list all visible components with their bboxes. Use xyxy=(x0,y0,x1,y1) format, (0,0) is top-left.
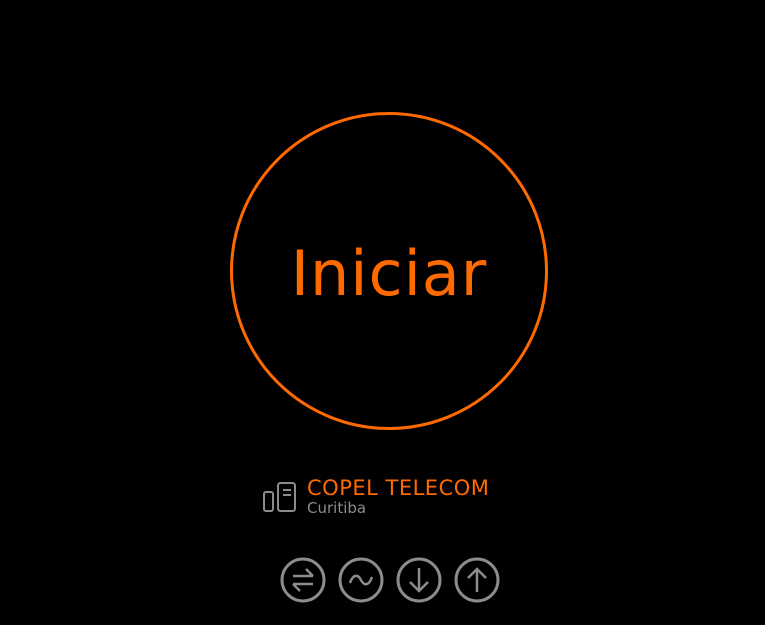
ping-icon xyxy=(280,557,326,603)
speedtest-screen: Iniciar COPEL TELECOM Curitiba xyxy=(0,0,765,625)
download-icon xyxy=(396,557,442,603)
metrics-row xyxy=(280,557,512,603)
server-location: Curitiba xyxy=(307,499,367,517)
upload-icon xyxy=(454,557,500,603)
start-test-button[interactable]: Iniciar xyxy=(230,112,548,430)
start-test-label: Iniciar xyxy=(290,236,488,310)
jitter-icon xyxy=(338,557,384,603)
server-selector[interactable]: COPEL TELECOM Curitiba xyxy=(262,476,489,517)
server-devices-icon xyxy=(262,479,298,515)
server-name: COPEL TELECOM xyxy=(307,476,490,500)
server-info: COPEL TELECOM Curitiba xyxy=(307,476,489,517)
